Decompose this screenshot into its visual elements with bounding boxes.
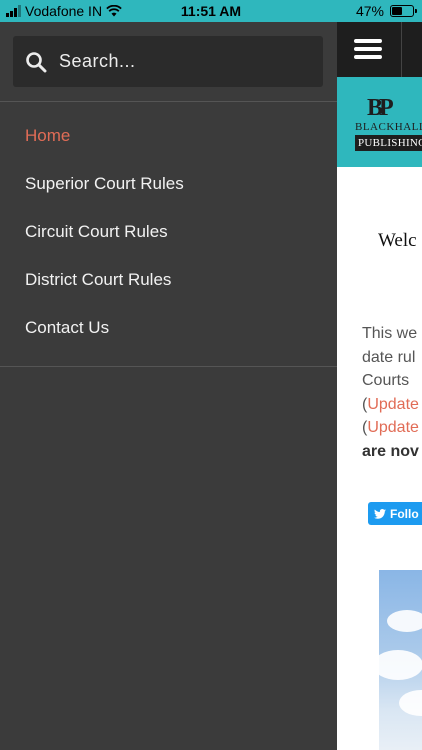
paragraph-line: Courts xyxy=(362,372,410,389)
logo-text-bottom: PUBLISHING xyxy=(355,135,422,151)
side-drawer: Search... Home Superior Court Rules Circ… xyxy=(0,22,337,750)
search-field[interactable]: Search... xyxy=(13,36,323,87)
menu-item-district-court-rules[interactable]: District Court Rules xyxy=(0,256,337,304)
menu-item-circuit-court-rules[interactable]: Circuit Court Rules xyxy=(0,208,337,256)
twitter-icon xyxy=(374,508,386,519)
paragraph-line: (Update xyxy=(362,416,422,440)
status-right: 47% xyxy=(355,3,417,19)
status-bar: Vodafone IN 11:51 AM 47% xyxy=(0,0,422,22)
divider xyxy=(401,22,402,77)
drawer-menu: Home Superior Court Rules Circuit Court … xyxy=(0,112,337,352)
battery-percent: 47% xyxy=(355,3,384,19)
welcome-heading: Welc xyxy=(378,230,417,251)
menu-item-contact-us[interactable]: Contact Us xyxy=(0,304,337,352)
menu-item-superior-court-rules[interactable]: Superior Court Rules xyxy=(0,160,337,208)
menu-icon[interactable] xyxy=(354,39,382,59)
top-bar xyxy=(337,22,422,77)
divider xyxy=(0,101,337,102)
update-link[interactable]: Update xyxy=(367,396,419,413)
paragraph-line: are nov xyxy=(362,442,419,460)
update-link[interactable]: Update xyxy=(367,419,419,436)
follow-label: Follo xyxy=(390,506,419,521)
divider xyxy=(0,366,337,367)
twitter-follow-button[interactable]: Follo xyxy=(368,502,422,525)
header-photo xyxy=(373,570,422,750)
logo-text-top: BLACKHALL xyxy=(355,121,422,133)
search-input[interactable]: Search... xyxy=(59,51,136,72)
page-content: BP BLACKHALL PUBLISHING Welc This we dat… xyxy=(337,22,422,750)
logo-banner: BP BLACKHALL PUBLISHING xyxy=(337,77,422,167)
menu-item-home[interactable]: Home xyxy=(0,112,337,160)
logo-mark: BP xyxy=(367,95,394,121)
search-icon xyxy=(25,51,47,73)
battery-icon xyxy=(390,5,417,17)
paragraph-line: date rul xyxy=(362,348,416,366)
paragraph-line: This we xyxy=(362,325,418,342)
intro-paragraph: This we date rul Courts (Update (Update … xyxy=(362,322,422,463)
paragraph-line: (Update xyxy=(362,393,422,417)
